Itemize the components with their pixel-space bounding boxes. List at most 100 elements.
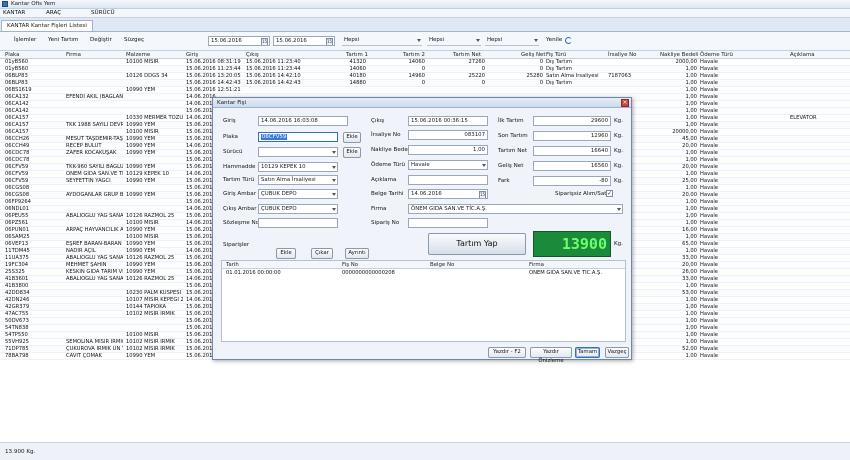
tamam-button[interactable]: Tamam	[575, 347, 600, 358]
col-fis-turu[interactable]: Fiş Türü	[546, 52, 566, 58]
date-from-input[interactable]: 15.06.2016 15	[208, 36, 270, 46]
degistir-button[interactable]: Değiştir	[90, 37, 112, 43]
surucu-combo[interactable]	[258, 147, 338, 157]
yazdir-f2-button[interactable]: Yazdır - F2	[488, 347, 526, 358]
giris-field[interactable]: 14.06.2016 16:03:08	[258, 116, 348, 126]
col-cikis[interactable]: Çıkış	[246, 52, 259, 58]
cell-plaka: 06SAM25	[5, 234, 30, 240]
cell-nakliye: 1,00	[685, 80, 697, 86]
siparissiz-checkbox[interactable]: ✓	[606, 190, 613, 197]
son-tartim-field[interactable]: 12960	[533, 131, 611, 141]
yazdir-onizleme-button[interactable]: Yazdır Önizleme	[530, 347, 572, 364]
filter-dropdown-2[interactable]: Hepsi	[427, 36, 481, 46]
col-plaka[interactable]: Plaka	[5, 52, 19, 58]
cell-giris: 15.06.2016 08:31:19	[186, 59, 241, 65]
sozlesme-field[interactable]	[258, 218, 338, 228]
filter-dropdown-3[interactable]: Hepsi	[485, 36, 539, 46]
chevron-down-icon	[332, 193, 336, 196]
cell-gelis-net: 25280	[526, 73, 543, 79]
cikis-ambar-combo[interactable]: ÇUBUK DEPO	[258, 204, 338, 214]
col-nakliye[interactable]: Nakliye Bedeli	[660, 52, 698, 58]
col-irsaliye-no[interactable]: İrsaliye No	[608, 52, 636, 58]
giris-ambar-value: ÇUBUK DEPO	[261, 191, 297, 197]
nakliye-field[interactable]: 1,00	[408, 145, 488, 155]
cell-plaka: 06CA142	[5, 101, 29, 107]
tartim-turu-combo[interactable]: Satın Alma İrsaliyesi	[258, 175, 338, 185]
close-icon[interactable]: ×	[621, 99, 629, 107]
cell-nakliye: 25,00	[682, 178, 697, 184]
col-odeme[interactable]: Ödeme Türü	[700, 52, 733, 58]
chevron-down-icon	[534, 39, 538, 42]
col-malzeme[interactable]: Malzeme	[126, 52, 150, 58]
vazgec-button[interactable]: Vazgeç	[605, 347, 629, 358]
cell-malzeme: 10144 TAPİOKA	[126, 304, 167, 310]
siparissiz-label: Siparişsiz Alım/Satım	[555, 191, 614, 197]
menu-kantar[interactable]: KANTAR	[3, 10, 25, 16]
tab-kantar-list[interactable]: KANTAR Kantar Fişleri Listesi	[1, 20, 93, 31]
chevron-down-icon	[332, 166, 336, 169]
belge-tarihi-field[interactable]: 14.06.2016 15	[408, 189, 488, 199]
sg-col-tarih[interactable]: Tarih	[226, 262, 239, 268]
refresh-icon[interactable]	[565, 37, 572, 44]
gelis-net-field[interactable]: 16560	[533, 161, 611, 171]
siparisler-label: Siparişler	[223, 242, 250, 248]
fark-field[interactable]: -80	[533, 176, 611, 186]
cikis-field[interactable]: 15.06.2016 00:36:15	[408, 116, 488, 126]
tartim-yap-button[interactable]: Tartım Yap	[428, 233, 526, 255]
menu-arac[interactable]: ARAÇ	[46, 10, 61, 16]
col-gelis-net[interactable]: Geliş Net	[521, 52, 545, 58]
col-tartim2[interactable]: Tartım 2	[403, 52, 425, 58]
calendar-icon[interactable]: 15	[261, 38, 268, 45]
cikar-button[interactable]: Çıkar	[311, 248, 333, 259]
cell-firma: MEHMET ŞAHİN	[66, 262, 107, 268]
cell-plaka: 54TP550	[5, 332, 28, 338]
plaka-field[interactable]: 06CFV59	[258, 132, 338, 142]
kantar-fisi-dialog: Kantar Fişi × Giriş 14.06.2016 16:03:08 …	[212, 97, 632, 364]
yeni-tartim-button[interactable]: Yeni Tartım	[48, 37, 78, 43]
giris-ambar-combo[interactable]: ÇUBUK DEPO	[258, 189, 338, 199]
tartim-net-field[interactable]: 16640	[533, 146, 611, 156]
date-to-input[interactable]: 15.06.2016 15	[273, 36, 335, 46]
siparis-row[interactable]: 01.01.2016 00:00:00 0000000000000208 ÖNE…	[222, 270, 625, 277]
ayrinti-button[interactable]: Ayrıntı	[345, 248, 369, 259]
siparisler-grid[interactable]: Tarih Fiş No Belge No Firma 01.01.2016 0…	[221, 260, 626, 342]
table-row[interactable]: 01yB560 10100 MISIR 15.06.2016 08:31:19 15.…	[0, 59, 850, 66]
cell-plaka: 42GR379	[5, 304, 30, 310]
firma-combo[interactable]: ÖNEM GIDA SAN.VE TİC.A.Ş.	[408, 204, 623, 214]
yenile-button[interactable]: Yenile	[546, 37, 562, 43]
col-tartim-net[interactable]: Tartım Net	[453, 52, 481, 58]
calendar-icon[interactable]: 15	[479, 191, 486, 198]
menu-bar: KANTAR ARAÇ SÜRÜCÜ	[0, 9, 850, 18]
calendar-icon[interactable]: 15	[326, 38, 333, 45]
table-row[interactable]: 01yB560 15.06.2016 11:23:44 15.06.2016 11:…	[0, 66, 850, 73]
sg-col-belge-no[interactable]: Belge No	[430, 262, 454, 268]
ilk-tartim-field[interactable]: 29600	[533, 116, 611, 126]
sg-col-fis-no[interactable]: Fiş No	[342, 262, 358, 268]
hammadde-combo[interactable]: 10129 KEPEK 10	[258, 162, 338, 172]
sg-col-firma[interactable]: Firma	[529, 262, 544, 268]
col-tartim1[interactable]: Tartım 1	[346, 52, 368, 58]
menu-surucu[interactable]: SÜRÜCÜ	[91, 10, 115, 16]
siparis-ekle-button[interactable]: Ekle	[276, 248, 296, 259]
cell-malzeme: 10100 MISIR	[126, 129, 159, 135]
cell-plaka: 06PUN01	[5, 227, 30, 233]
islemler-menu[interactable]: İşlemler	[14, 37, 36, 43]
surucu-ekle-button[interactable]: Ekle	[343, 147, 361, 158]
cell-odeme: Havale	[700, 122, 718, 128]
odeme-combo[interactable]: Havale	[408, 160, 488, 170]
irsaliye-field[interactable]: 083107	[408, 130, 488, 140]
cikis-ambar-value: ÇUBUK DEPO	[261, 206, 297, 212]
filter-dropdown-1[interactable]: Hepsi	[342, 36, 422, 46]
table-row[interactable]: 06BS1619 10990 YEM 15.06.2016 12:51:21 1,00…	[0, 87, 850, 94]
aciklama-field[interactable]	[408, 175, 488, 185]
table-row[interactable]: 06BLP83 10126 DDGS 34 15.06.2016 13:20:05 1…	[0, 73, 850, 80]
plaka-ekle-button[interactable]: Ekle	[343, 132, 361, 143]
col-aciklama[interactable]: Açıklama	[790, 52, 815, 58]
siparis-field[interactable]	[408, 218, 488, 228]
firma-label: Firma	[371, 206, 387, 212]
col-firma[interactable]: Firma	[66, 52, 81, 58]
cell-odeme: Havale	[700, 87, 718, 93]
table-row[interactable]: 06BLP83 15.06.2016 14:42:43 15.06.2016 14:…	[0, 80, 850, 87]
col-giris[interactable]: Giriş	[186, 52, 198, 58]
app-icon	[2, 1, 8, 7]
